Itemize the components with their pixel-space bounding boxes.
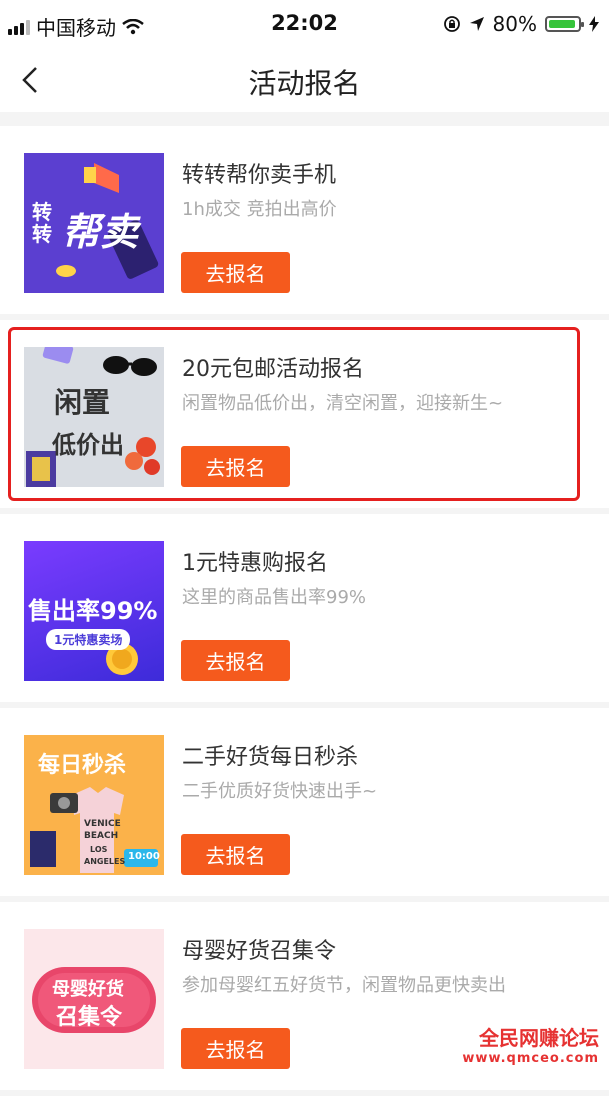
thumb-text-2: 1元特惠卖场 <box>46 629 131 650</box>
item-title: 20元包邮活动报名 <box>182 357 364 382</box>
item-title: 转转帮你卖手机 <box>182 163 337 188</box>
status-right: 80% <box>443 12 599 36</box>
signup-button[interactable]: 去报名 <box>181 252 290 293</box>
watermark: 全民网赚论坛 www.qmceo.com <box>462 1022 599 1066</box>
item-subtitle: 这里的商品售出率99% <box>182 587 367 608</box>
thumb-text-2: VENICE <box>84 819 121 829</box>
item-thumbnail: 母婴好货 召集令 <box>24 929 164 1069</box>
thumb-text-3: BEACH <box>84 831 119 841</box>
thumb-text-2: 召集令 <box>56 1005 123 1030</box>
item-subtitle: 参加母婴红五好货节，闲置物品更快卖出 <box>182 975 506 996</box>
item-thumbnail: 闲置 低价出 <box>24 347 164 487</box>
thumb-text-1: 转转 <box>32 200 52 246</box>
signup-button[interactable]: 去报名 <box>181 834 290 875</box>
battery-icon <box>545 16 584 32</box>
watermark-line1: 全民网赚论坛 <box>479 1026 599 1050</box>
thumb-text-6: 10:00 <box>128 851 160 862</box>
list-item[interactable]: 售出率99% 1元特惠卖场 1元特惠购报名 这里的商品售出率99% 去报名 <box>0 514 609 702</box>
list-item[interactable]: 转转 帮卖 转转帮你卖手机 1h成交 竞拍出高价 去报名 <box>0 126 609 314</box>
thumb-text-1: 母婴好货 <box>52 979 124 1000</box>
thumb-text-1: 闲置 <box>54 386 111 419</box>
thumb-text-2: 帮卖 <box>62 210 139 254</box>
list-item[interactable]: 闲置 低价出 20元包邮活动报名 闲置物品低价出，清空闲置，迎接新生~ 去报名 <box>0 320 609 508</box>
item-title: 母婴好货召集令 <box>182 939 337 964</box>
item-thumbnail: 每日秒杀 VENICE BEACH LOS ANGELES 10:00 <box>24 735 164 875</box>
thumb-text-1: 售出率99% <box>28 597 158 625</box>
item-subtitle: 闲置物品低价出，清空闲置，迎接新生~ <box>182 393 504 414</box>
signup-button[interactable]: 去报名 <box>181 1028 290 1069</box>
item-thumbnail: 售出率99% 1元特惠卖场 <box>24 541 164 681</box>
orientation-lock-icon <box>443 16 460 32</box>
signup-button[interactable]: 去报名 <box>181 446 290 487</box>
watermark-line2: www.qmceo.com <box>462 1051 599 1066</box>
page-title: 活动报名 <box>248 67 361 100</box>
thumb-text-1: 每日秒杀 <box>38 753 127 778</box>
battery-percent: 80% <box>492 12 537 36</box>
signup-button[interactable]: 去报名 <box>181 640 290 681</box>
charging-icon <box>589 16 599 32</box>
item-thumbnail: 转转 帮卖 <box>24 153 164 293</box>
item-subtitle: 1h成交 竞拍出高价 <box>182 199 337 220</box>
activity-list: 转转 帮卖 转转帮你卖手机 1h成交 竞拍出高价 去报名 闲置 低价出 20元包… <box>0 126 609 1096</box>
item-title: 二手好货每日秒杀 <box>182 745 359 770</box>
status-bar: 中国移动 22:02 80% <box>0 0 609 48</box>
item-subtitle: 二手优质好货快速出手~ <box>182 781 378 802</box>
item-title: 1元特惠购报名 <box>182 551 328 576</box>
thumb-text-5: ANGELES <box>84 857 126 866</box>
thumb-text-4: LOS <box>90 845 108 854</box>
list-item[interactable]: 每日秒杀 VENICE BEACH LOS ANGELES 10:00 二手好货… <box>0 708 609 896</box>
nav-bar: 活动报名 <box>0 48 609 112</box>
thumb-text-2: 低价出 <box>52 431 124 459</box>
location-icon <box>469 17 484 31</box>
